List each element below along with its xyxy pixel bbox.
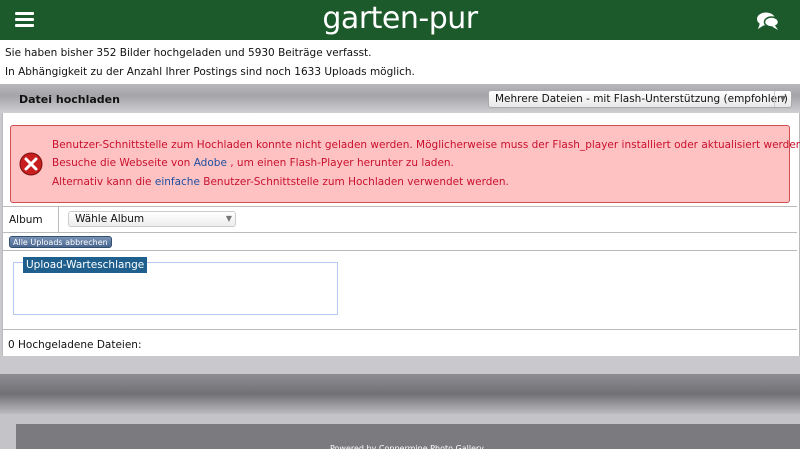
chevron-down-icon: ▼ [774, 91, 791, 107]
simple-upload-link[interactable]: einfache [155, 176, 200, 188]
divider [3, 329, 797, 330]
upload-mode-select[interactable]: Mehrere Dateien - mit Flash-Unterstützun… [488, 90, 792, 108]
error-line-2-post: , um einen Flash-Player herunter zu lade… [230, 157, 454, 169]
album-select-value: Wähle Album [75, 213, 145, 225]
upload-mode-value: Mehrere Dateien - mit Flash-Unterstützun… [495, 93, 788, 105]
album-select[interactable]: Wähle Album ▼ [68, 211, 236, 227]
divider [3, 232, 797, 233]
error-line-3: Alternativ kann die einfache Benutzer-Sc… [52, 176, 509, 188]
panel-title: Datei hochladen [19, 93, 120, 106]
chat-bubbles-icon[interactable] [756, 11, 780, 31]
upload-queue-legend: Upload-Warteschlange [23, 257, 148, 273]
error-line-2-pre: Besuche die Webseite von [52, 157, 191, 169]
chevron-down-icon: ▼ [225, 214, 232, 223]
cancel-all-uploads-button[interactable]: Alle Uploads abbrechen [9, 236, 112, 248]
info-uploads-remaining: In Abhängigkeit zu der Anzahl Ihrer Post… [5, 66, 415, 78]
adobe-link[interactable]: Adobe [194, 157, 227, 169]
panel-footer-band [0, 374, 800, 414]
divider [3, 206, 797, 207]
site-logo[interactable]: garten-pur [0, 0, 800, 40]
uploaded-files-count: 0 Hochgeladene Dateien: [8, 339, 142, 351]
error-x-icon [19, 152, 43, 176]
error-line-3-post: Benutzer-Schnittstelle zum Hochladen ver… [203, 176, 509, 188]
error-line-2: Besuche die Webseite von Adobe , um eine… [52, 157, 454, 169]
album-label: Album [9, 214, 43, 226]
error-line-3-pre: Alternativ kann die [52, 176, 152, 188]
info-uploads-count: Sie haben bisher 352 Bilder hochgeladen … [5, 47, 372, 59]
divider [58, 206, 59, 233]
divider [3, 250, 797, 251]
error-line-1: Benutzer-Schnittstelle zum Hochladen kon… [52, 139, 800, 151]
